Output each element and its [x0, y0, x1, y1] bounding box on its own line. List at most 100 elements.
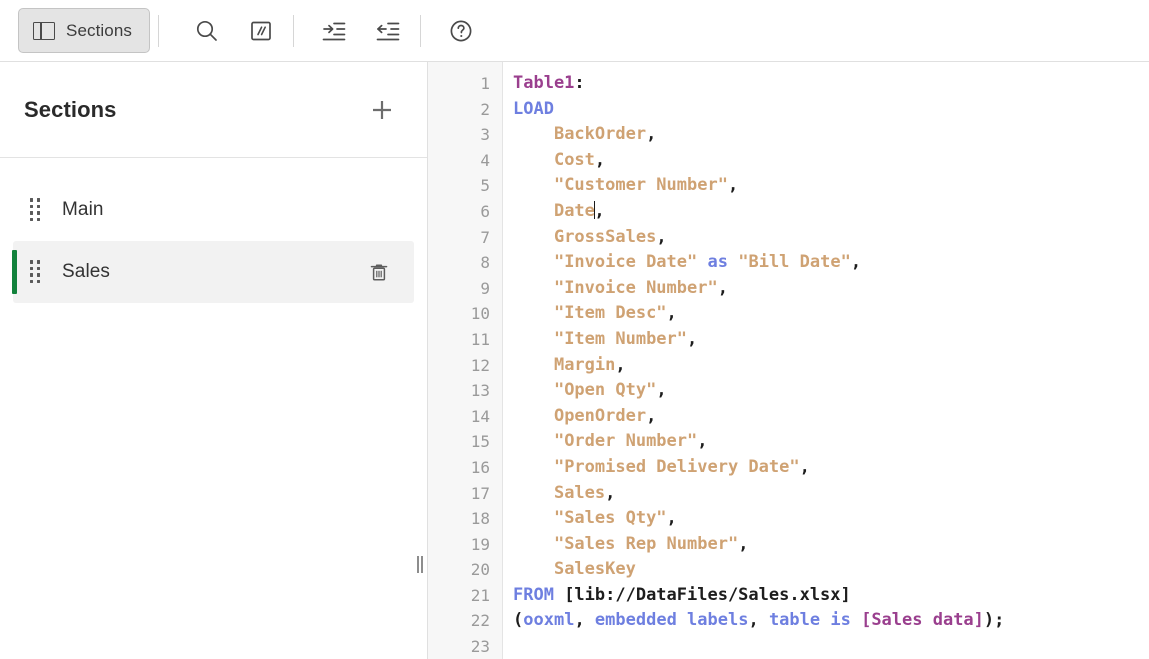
code-token: ,	[656, 380, 667, 401]
sections-list: Main Sales	[0, 158, 427, 303]
code-line[interactable]: "Promised Delivery Date",	[513, 455, 1149, 481]
code-token: ,	[738, 533, 749, 554]
code-line[interactable]: "Item Number",	[513, 327, 1149, 353]
line-number-gutter: 1 2 3 4 5 6 7 8 9 10 11 12 13 14 15 16 17 18 19 20 21 22 23	[428, 62, 503, 659]
help-button[interactable]	[439, 9, 483, 53]
code-token: Cost	[553, 149, 595, 170]
sections-toggle-button[interactable]: Sections	[18, 8, 151, 53]
search-button[interactable]	[185, 9, 229, 53]
line-number: 1	[480, 74, 490, 93]
sections-toggle-label: Sections	[66, 20, 133, 40]
code-line[interactable]: Margin,	[513, 353, 1149, 379]
line-number: 11	[470, 329, 490, 349]
code-token: "Bill Date"	[738, 252, 851, 273]
line-number: 13	[470, 381, 490, 401]
resize-grip-bar	[416, 555, 419, 573]
code-token: FROM	[513, 584, 554, 605]
add-section-button[interactable]	[365, 93, 399, 127]
code-line[interactable]: "Item Desc",	[513, 301, 1149, 327]
code-line[interactable]: "Invoice Number",	[513, 276, 1149, 302]
code-line[interactable]: "Order Number",	[513, 429, 1149, 455]
code-token: ,	[605, 482, 616, 503]
line-number: 3	[480, 125, 490, 145]
code-line[interactable]	[513, 634, 1149, 659]
toolbar-divider-3	[420, 14, 422, 47]
code-token: ,	[594, 200, 605, 221]
sidebar-resize-handle[interactable]	[413, 553, 427, 575]
sections-sidebar: Sections Main Sales	[0, 62, 428, 659]
code-line[interactable]: "Open Qty",	[513, 378, 1149, 404]
comment-button[interactable]	[239, 9, 283, 53]
code-token: ,	[687, 328, 698, 349]
code-line[interactable]: "Customer Number",	[513, 173, 1149, 199]
indent-right-button[interactable]	[312, 9, 356, 53]
code-line[interactable]: "Sales Qty",	[513, 506, 1149, 532]
resize-grip-bar	[421, 555, 424, 573]
code-token: OpenOrder	[553, 405, 647, 426]
indent-left-button[interactable]	[366, 9, 410, 53]
code-token: Date	[553, 200, 595, 221]
code-token: ,	[748, 610, 769, 631]
code-token: [Sales data]	[861, 610, 984, 631]
code-line[interactable]: Date,	[513, 199, 1149, 225]
search-icon	[196, 20, 217, 41]
code-editor[interactable]: 1 2 3 4 5 6 7 8 9 10 11 12 13 14 15 16 17 18 19 20 21 22 23 Ta…	[428, 62, 1149, 659]
code-token: "Item Number"	[553, 328, 688, 349]
code-token: ,	[697, 431, 708, 452]
code-line[interactable]: OpenOrder,	[513, 404, 1149, 430]
line-number: 18	[470, 509, 490, 529]
line-number: 19	[470, 534, 490, 554]
line-number: 8	[480, 253, 490, 273]
code-line[interactable]: "Invoice Date" as "Bill Date",	[513, 250, 1149, 276]
code-token: ,	[799, 456, 810, 477]
code-line[interactable]: GrossSales,	[513, 225, 1149, 251]
code-token: [lib://DataFiles/Sales.xlsx]	[553, 584, 851, 605]
code-line[interactable]: Sales,	[513, 481, 1149, 507]
code-token: ooxml	[523, 610, 575, 631]
code-line[interactable]: LOAD	[513, 97, 1149, 123]
code-token: "Invoice Date"	[553, 252, 698, 273]
drag-handle-icon[interactable]	[30, 198, 42, 222]
code-token: "Sales Qty"	[553, 508, 667, 529]
code-line[interactable]: Cost,	[513, 148, 1149, 174]
line-number: 9	[480, 278, 490, 298]
code-line[interactable]: BackOrder,	[513, 122, 1149, 148]
line-number: 6	[480, 201, 490, 221]
code-token: ,	[717, 277, 728, 298]
code-token: as	[707, 252, 728, 273]
line-number: 15	[470, 432, 490, 452]
code-line[interactable]: SalesKey	[513, 557, 1149, 583]
code-line[interactable]: (ooxml, embedded labels, table is [Sales…	[513, 608, 1149, 634]
code-line[interactable]: "Sales Rep Number",	[513, 532, 1149, 558]
line-number: 5	[480, 176, 490, 196]
code-token: ,	[594, 149, 606, 170]
sidebar-item-label: Sales	[62, 261, 111, 282]
code-content[interactable]: Table1: LOAD BackOrder, Cost, "Customer N…	[503, 62, 1149, 659]
line-number: 20	[470, 560, 490, 580]
sidebar-item-sales[interactable]: Sales	[12, 241, 414, 303]
drag-handle-icon[interactable]	[30, 260, 42, 284]
code-line[interactable]: FROM [lib://DataFiles/Sales.xlsx]	[513, 583, 1149, 609]
plus-icon	[373, 100, 391, 119]
delete-section-button[interactable]	[364, 257, 394, 287]
sidebar-item-main[interactable]: Main	[13, 179, 414, 241]
code-token: (	[513, 610, 524, 631]
code-line[interactable]: Table1:	[513, 71, 1149, 97]
sidebar-header: Sections	[0, 62, 427, 158]
help-circle-icon	[450, 20, 472, 41]
code-token: BackOrder	[553, 124, 647, 145]
code-token: Table1	[513, 73, 575, 93]
line-number: 17	[470, 483, 490, 503]
code-token: embedded labels	[594, 610, 749, 631]
